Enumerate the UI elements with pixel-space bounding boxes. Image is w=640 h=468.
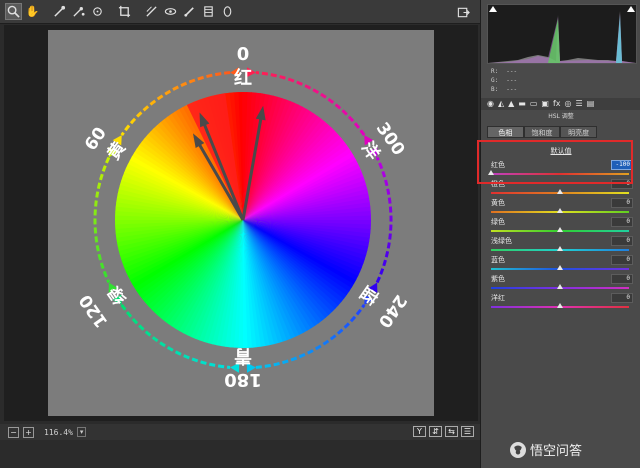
targeted-adjustment-icon[interactable] — [89, 3, 106, 20]
straighten-icon[interactable] — [143, 3, 160, 20]
image-canvas[interactable]: 0 红 300 洋 60 黄 120 绿 240 蓝 青 180 — [4, 25, 478, 421]
tab-basic-icon[interactable]: ◉ — [487, 99, 494, 109]
status-bar: − + 116.4% ▾ Y ⇵ ⇆ ☰ — [0, 424, 480, 440]
slider-value-input[interactable]: 0 — [611, 198, 633, 208]
watermark: 悟空问答 — [510, 440, 582, 459]
tab-fx-icon[interactable]: fx — [553, 99, 561, 109]
slider-label: 蓝色 — [491, 256, 505, 264]
zoom-in-button[interactable]: + — [23, 426, 34, 438]
slider-value-input[interactable]: 0 — [611, 217, 633, 227]
label-180: 180 — [224, 369, 262, 390]
hue-slider-row: 紫色 0 — [487, 274, 637, 293]
slider-thumb[interactable] — [557, 208, 563, 213]
hue-slider-row: 浅绿色 0 — [487, 236, 637, 255]
copy-settings-icon[interactable]: ⇆ — [445, 426, 458, 437]
preview-settings-icon[interactable]: ☰ — [461, 426, 474, 437]
hand-icon[interactable]: ✋ — [24, 3, 41, 20]
zoom-out-button[interactable]: − — [8, 426, 19, 438]
label-0: 0 — [237, 44, 250, 65]
slider-value-input[interactable]: 0 — [611, 293, 633, 303]
panel-tab-strip: ◉ ◭ ▲ ▬ ▭ ▣ fx ◎ ☰ ▤ — [481, 98, 640, 110]
slider-label: 洋红 — [491, 294, 505, 302]
hue-arc-1 — [93, 156, 111, 284]
graduated-filter-icon[interactable] — [200, 3, 217, 20]
slider-label: 黄色 — [491, 199, 505, 207]
slider-value-input[interactable]: 0 — [611, 255, 633, 265]
label-red: 红 — [234, 67, 252, 89]
radial-filter-icon[interactable] — [219, 3, 236, 20]
slider-thumb[interactable] — [557, 246, 563, 251]
histogram — [487, 4, 637, 64]
slider-value-input[interactable]: 0 — [611, 274, 633, 284]
watermark-text: 悟空问答 — [530, 444, 583, 459]
hue-slider-row: 黄色 0 — [487, 198, 637, 217]
tab-tone-curve-icon[interactable]: ◭ — [498, 99, 504, 109]
red-highlight-annotation — [477, 140, 633, 184]
tab-detail-icon[interactable]: ▲ — [508, 99, 514, 109]
g-value: --- — [506, 77, 518, 84]
hue-slider-row: 蓝色 0 — [487, 255, 637, 274]
tab-saturation[interactable]: 饱和度 — [523, 126, 561, 138]
tab-split-toning-icon[interactable]: ▭ — [530, 99, 538, 109]
label-blue: 蓝 — [355, 282, 381, 307]
tab-presets-icon[interactable]: ☰ — [576, 99, 583, 109]
zoom-level[interactable]: 116.4% — [44, 428, 73, 437]
label-green: 绿 — [103, 281, 131, 308]
slider-label: 紫色 — [491, 275, 505, 283]
tab-hsl-icon[interactable]: ▬ — [518, 99, 526, 109]
slider-thumb[interactable] — [557, 227, 563, 232]
tab-luminance[interactable]: 明亮度 — [560, 126, 598, 138]
slider-label: 浅绿色 — [491, 237, 512, 245]
open-preferences-icon[interactable] — [455, 4, 472, 21]
slider-value-input[interactable]: 0 — [611, 236, 633, 246]
r-label: R: — [491, 68, 499, 75]
g-label: G: — [491, 77, 499, 84]
histogram-graph — [488, 5, 636, 63]
brush-icon[interactable] — [181, 3, 198, 20]
zoom-tool-icon[interactable] — [5, 3, 22, 20]
swap-settings-icon[interactable]: ⇵ — [429, 426, 442, 437]
tab-lens-icon[interactable]: ▣ — [541, 99, 549, 109]
slider-thumb[interactable] — [557, 189, 563, 194]
b-label: B: — [491, 86, 499, 93]
red-eye-icon[interactable] — [162, 3, 179, 20]
color-wheel-image: 0 红 300 洋 60 黄 120 绿 240 蓝 青 180 — [48, 30, 434, 416]
label-cyan: 青 — [234, 345, 252, 366]
hsl-subtabs: 色相 饱和度 明亮度 — [487, 126, 598, 138]
hue-arc-4 — [375, 156, 393, 284]
color-sampler-icon[interactable] — [70, 3, 87, 20]
slider-thumb[interactable] — [557, 284, 563, 289]
tab-hue[interactable]: 色相 — [487, 126, 524, 138]
hue-slider-row: 洋红 0 — [487, 293, 637, 312]
hue-wheel-graphic: 0 红 300 洋 60 黄 120 绿 240 蓝 青 180 — [75, 44, 410, 390]
hue-slider-row: 绿色 0 — [487, 217, 637, 236]
panel-title: HSL 调整 — [548, 113, 574, 120]
camera-raw-window: ✋ 0 红 300 洋 60 黄 120 绿 240 蓝 青 180 − + 1… — [0, 0, 640, 468]
slider-thumb[interactable] — [557, 303, 563, 308]
adjustment-panel: R: --- G: --- B: --- ◉ ◭ ▲ ▬ ▭ ▣ fx ◎ ☰ ▤ H… — [480, 0, 640, 468]
rgb-readout: R: --- G: --- B: --- — [491, 67, 517, 94]
eyedropper-icon[interactable] — [51, 3, 68, 20]
toolbar: ✋ — [0, 0, 480, 24]
slider-label: 绿色 — [491, 218, 505, 226]
crop-icon[interactable] — [116, 3, 133, 20]
watermark-logo-icon — [510, 441, 526, 458]
highlight-clipping-icon[interactable] — [627, 6, 635, 12]
b-value: --- — [506, 86, 518, 93]
zoom-dropdown-icon[interactable]: ▾ — [76, 427, 87, 437]
r-value: --- — [506, 68, 518, 75]
slider-thumb[interactable] — [557, 265, 563, 270]
tab-calibration-icon[interactable]: ◎ — [565, 99, 572, 109]
shadow-clipping-icon[interactable] — [489, 6, 497, 12]
tab-snapshots-icon[interactable]: ▤ — [587, 99, 595, 109]
before-after-toggle[interactable]: Y — [413, 426, 426, 437]
